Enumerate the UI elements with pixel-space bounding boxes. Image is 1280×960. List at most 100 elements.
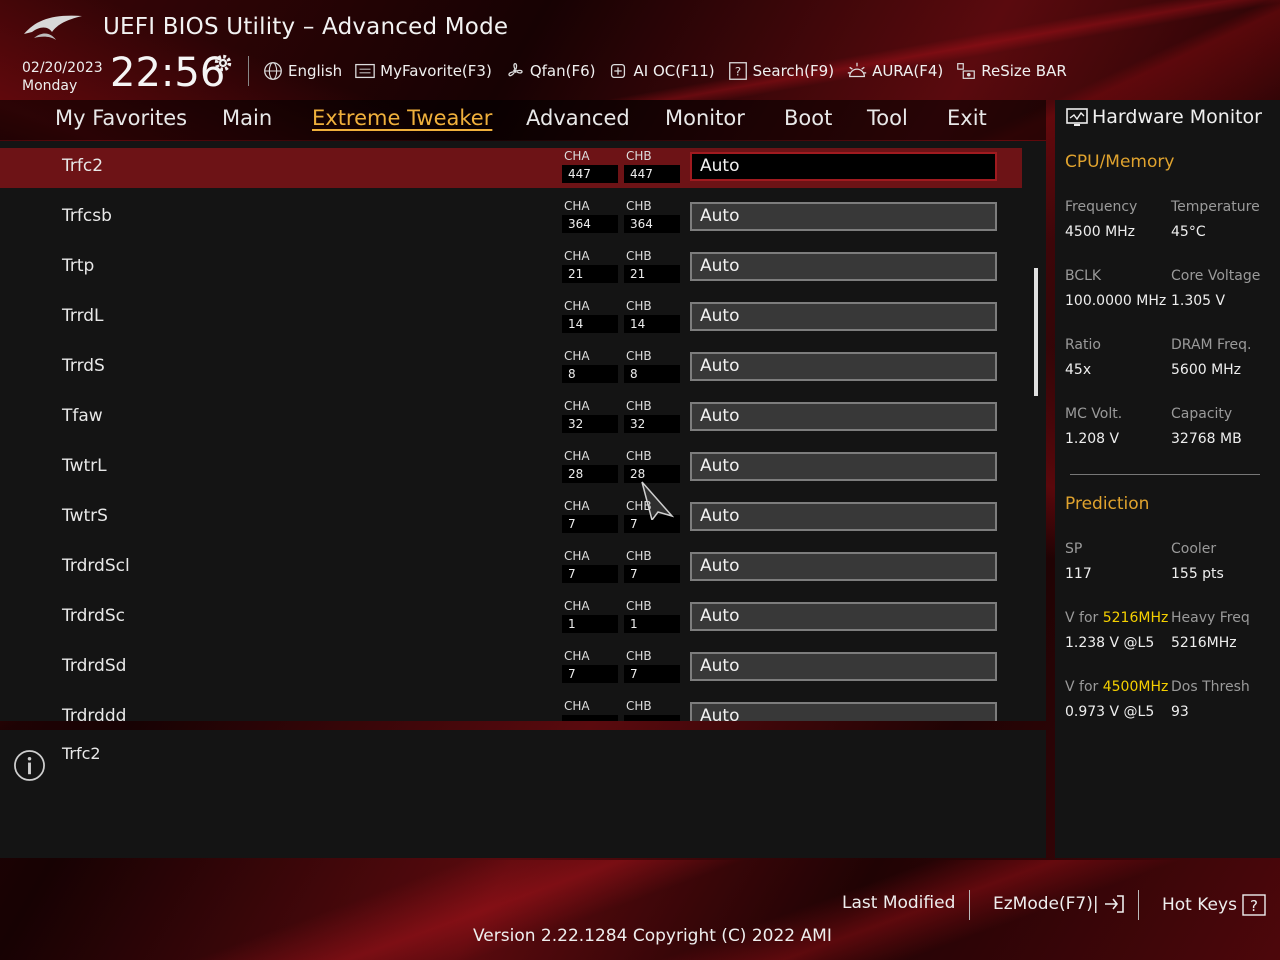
setting-row-trdrdsd[interactable]: TrdrdSd CHA 7 CHB 7 Auto (0, 648, 1022, 688)
ai-oc-button[interactable]: AI OC(F11) (607, 60, 715, 82)
setting-row-tfaw[interactable]: Tfaw CHA 32 CHB 32 Auto (0, 398, 1022, 438)
settings-scrollbar[interactable] (1034, 268, 1038, 396)
chb-readout: CHB 8 (624, 348, 680, 383)
cooler-value: 155 pts (1171, 566, 1224, 582)
svg-text:?: ? (734, 65, 740, 79)
setting-row-twtrs[interactable]: TwtrS CHA 7 CHB 7 Auto (0, 498, 1022, 538)
setting-value-field[interactable]: Auto (690, 502, 997, 531)
chb-readout: CHB 21 (624, 248, 680, 283)
setting-value-field[interactable]: Auto (690, 702, 997, 721)
mc-volt-value: 1.208 V (1065, 431, 1120, 447)
core-voltage-value: 1.305 V (1171, 293, 1226, 309)
tab-tool[interactable]: Tool (867, 106, 908, 130)
exit-arrow-icon (1104, 895, 1124, 913)
monitor-icon (1066, 108, 1088, 126)
search-button[interactable]: ? Search(F9) (727, 60, 834, 82)
settings-panel: Trfc2 CHA 447 CHB 447 Auto Trfcsb CHA 364 C… (0, 141, 1046, 721)
help-text: Trfc2 (62, 744, 101, 763)
cha-readout: CHA 14 (562, 298, 618, 333)
svg-text:?: ? (1250, 897, 1258, 915)
setting-value-field[interactable]: Auto (690, 152, 997, 181)
setting-row-trdrdscl[interactable]: TrdrdScl CHA 7 CHB 7 Auto (0, 548, 1022, 588)
date: 02/20/2023 (22, 60, 103, 76)
sp-label: SP (1065, 541, 1083, 557)
info-icon (14, 750, 45, 781)
setting-value-field[interactable]: Auto (690, 202, 997, 231)
tab-exit[interactable]: Exit (947, 106, 987, 130)
setting-label: Trfc2 (62, 156, 104, 176)
hardware-monitor-divider (1070, 474, 1260, 475)
setting-value-field[interactable]: Auto (690, 452, 997, 481)
chb-readout: CHB 7 (624, 648, 680, 683)
language-label: English (288, 62, 343, 80)
setting-row-trrdl[interactable]: TrrdL CHA 14 CHB 14 Auto (0, 298, 1022, 338)
hot-keys-button[interactable]: Hot Keys ? (1162, 893, 1267, 917)
tab-monitor[interactable]: Monitor (665, 106, 745, 130)
heavy-freq-value: 5216MHz (1171, 635, 1237, 651)
setting-row-twtrl[interactable]: TwtrL CHA 28 CHB 28 Auto (0, 448, 1022, 488)
mc-volt-label: MC Volt. (1065, 406, 1123, 422)
tab-main[interactable]: Main (222, 106, 272, 130)
globe-icon (264, 62, 282, 80)
setting-value-field[interactable]: Auto (690, 402, 997, 431)
ezmode-button[interactable]: EzMode(F7)| (993, 893, 1125, 915)
toolbar: English MyFavorite(F3) Qfan(F6) AI OC(F1… (262, 58, 1079, 84)
tab-my-favorites[interactable]: My Favorites (55, 106, 187, 130)
v-for-high-label: V for 5216MHz (1065, 610, 1169, 626)
v-for-high-value: 1.238 V @L5 (1065, 635, 1155, 651)
setting-label: TrdrdSd (62, 656, 127, 676)
setting-value-field[interactable]: Auto (690, 552, 997, 581)
gear-icon[interactable] (212, 52, 234, 74)
frequency-label: Frequency (1065, 199, 1138, 215)
setting-value-field[interactable]: Auto (690, 652, 997, 681)
chb-readout: CHB 364 (624, 198, 680, 233)
day: Monday (22, 78, 78, 94)
resize-bar-label: ReSize BAR (981, 62, 1067, 80)
chb-readout: CHB 7 (624, 548, 680, 583)
setting-label: TrdrdSc (62, 606, 125, 626)
setting-label: TrrdL (62, 306, 104, 326)
setting-label: TrdrdScl (62, 556, 130, 576)
bclk-label: BCLK (1065, 268, 1102, 284)
setting-label: Trtp (62, 256, 95, 276)
setting-value-field[interactable]: Auto (690, 252, 997, 281)
setting-row-trrds[interactable]: TrrdS CHA 8 CHB 8 Auto (0, 348, 1022, 388)
setting-row-trfc2[interactable]: Trfc2 CHA 447 CHB 447 Auto (0, 148, 1022, 188)
language-button[interactable]: English (262, 60, 342, 82)
ai-oc-icon (611, 63, 626, 79)
footer-divider (1138, 890, 1139, 920)
ai-oc-label: AI OC(F11) (633, 62, 715, 80)
setting-row-trfcsb[interactable]: Trfcsb CHA 364 CHB 364 Auto (0, 198, 1022, 238)
myfavorite-label: MyFavorite(F3) (380, 62, 492, 80)
chb-readout: CHB 447 (624, 148, 680, 183)
qfan-label: Qfan(F6) (529, 62, 596, 80)
sp-value: 117 (1065, 566, 1092, 582)
setting-row-trtp[interactable]: Trtp CHA 21 CHB 21 Auto (0, 248, 1022, 288)
cooler-label: Cooler (1171, 541, 1217, 557)
v-for-low-label: V for 4500MHz (1065, 679, 1169, 695)
search-icon: ? (728, 62, 747, 80)
aura-button[interactable]: AURA(F4) (846, 60, 943, 82)
chb-readout: CHB 28 (624, 448, 680, 483)
setting-value-field[interactable]: Auto (690, 352, 997, 381)
setting-row-trdrdsc[interactable]: TrdrdSc CHA 1 CHB 1 Auto (0, 598, 1022, 638)
bclk-value: 100.0000 MHz (1065, 293, 1167, 309)
footer-divider (969, 890, 970, 920)
temperature-label: Temperature (1171, 199, 1260, 215)
tab-advanced[interactable]: Advanced (526, 106, 630, 130)
help-key-icon: ? (1242, 894, 1266, 916)
setting-row-trdrddd[interactable]: Trdrddd CHA CHB Auto (0, 698, 1022, 721)
tab-extreme-tweaker[interactable]: Extreme Tweaker (312, 106, 492, 130)
setting-value-field[interactable]: Auto (690, 602, 997, 631)
qfan-button[interactable]: Qfan(F6) (504, 60, 596, 82)
search-label: Search(F9) (752, 62, 835, 80)
resize-bar-button[interactable]: ReSize BAR (955, 60, 1067, 82)
core-voltage-label: Core Voltage (1171, 268, 1261, 284)
header-divider (248, 56, 249, 86)
tab-boot[interactable]: Boot (784, 106, 832, 130)
last-modified-button[interactable]: Last Modified (842, 893, 955, 913)
cha-readout: CHA 32 (562, 398, 618, 433)
setting-value-field[interactable]: Auto (690, 302, 997, 331)
setting-label: TwtrL (62, 456, 107, 476)
myfavorite-button[interactable]: MyFavorite(F3) (354, 60, 492, 82)
